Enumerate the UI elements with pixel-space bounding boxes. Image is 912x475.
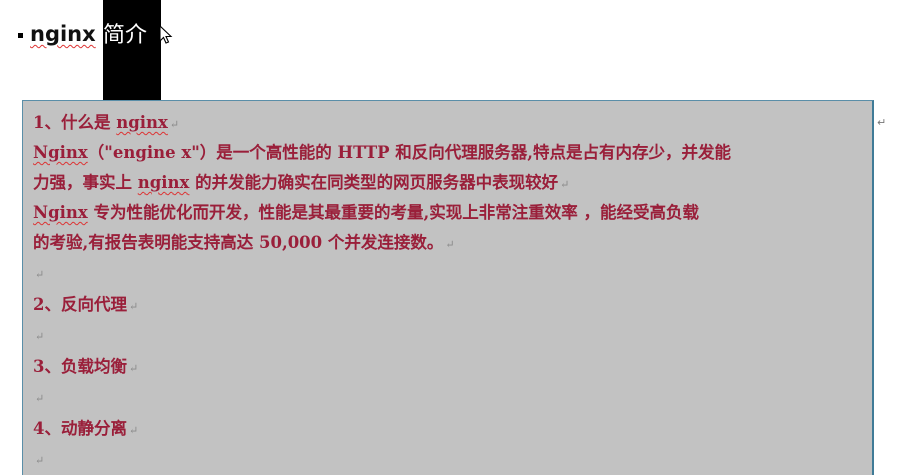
p1-line2-a: 力强，事实上 xyxy=(33,173,138,192)
section-1-word: nginx xyxy=(116,113,168,132)
paragraph-mark: ↵ xyxy=(445,238,455,251)
section-1-prefix: 1、什么是 xyxy=(33,113,117,132)
p2-line2-text: 的考验,有报告表明能支持高达 50,000 个并发连接数。 xyxy=(33,233,444,252)
section-title-3: 3、负载均衡 ↵ xyxy=(33,352,873,382)
paragraph-2-line-2: 的考验,有报告表明能支持高达 50,000 个并发连接数。 ↵ xyxy=(33,228,873,258)
paragraph-1-line-2: 力强，事实上 nginx 的并发能力确实在同类型的网页服务器中表现较好 ↵ xyxy=(33,168,873,198)
section-3-title: 3、负载均衡 xyxy=(33,357,127,376)
paragraph-2-line-1: Nginx 专为性能优化而开发，性能是其最重要的考量,实现上非常注重效率 ，能经… xyxy=(33,198,873,228)
p1-line1-text: （"engine x"）是一个高性能的 HTTP 和反向代理服务器,特点是占有内… xyxy=(87,143,732,162)
heading-text-latin: nginx xyxy=(30,22,96,46)
paragraph-mark: ↵ xyxy=(35,392,45,405)
paragraph-mark: ↵ xyxy=(35,330,45,343)
heading-text-cjk[interactable]: 简介 xyxy=(103,17,147,49)
page-heading: nginx xyxy=(18,14,96,54)
paragraph-mark: ↵ xyxy=(128,362,139,375)
empty-line: ↵ xyxy=(33,258,873,290)
paragraph-mark: ↵ xyxy=(128,424,139,437)
heading-selection-highlight xyxy=(103,0,161,100)
empty-line: ↵ xyxy=(33,444,873,475)
p2-line1-text: 专为性能优化而开发，性能是其最重要的考量,实现上非常注重效率 ，能经受高负载 xyxy=(87,203,699,222)
side-paragraph-mark: ↵ xyxy=(877,116,887,129)
document-body[interactable]: 1、什么是 nginx ↵ Nginx（"engine x"）是一个高性能的 HT… xyxy=(33,108,873,475)
mouse-cursor-icon xyxy=(159,25,173,44)
paragraph-mark: ↵ xyxy=(35,268,45,281)
paragraph-1-line-1: Nginx（"engine x"）是一个高性能的 HTTP 和反向代理服务器,特… xyxy=(33,138,873,168)
paragraph-mark: ↵ xyxy=(128,300,139,313)
section-title-2: 2、反向代理 ↵ xyxy=(33,290,873,320)
section-4-title: 4、动静分离 xyxy=(33,419,127,438)
empty-line: ↵ xyxy=(33,320,873,352)
p1-word: Nginx xyxy=(33,143,88,162)
document-page: nginx 简介 ↵ 1、什么是 nginx ↵ Nginx（"engine x"… xyxy=(0,0,912,475)
section-title-1: 1、什么是 nginx ↵ xyxy=(33,108,873,138)
paragraph-mark: ↵ xyxy=(169,118,180,131)
p1-line2-b: 的并发能力确实在同类型的网页服务器中表现较好 xyxy=(189,173,559,192)
empty-line: ↵ xyxy=(33,382,873,414)
paragraph-mark: ↵ xyxy=(35,454,45,467)
section-2-title: 2、反向代理 xyxy=(33,295,127,314)
p2-word: Nginx xyxy=(33,203,88,222)
p1-line2-word: nginx xyxy=(137,173,190,192)
paragraph-mark: ↵ xyxy=(560,178,570,191)
bullet-icon xyxy=(18,32,23,38)
section-title-4: 4、动静分离 ↵ xyxy=(33,414,873,444)
